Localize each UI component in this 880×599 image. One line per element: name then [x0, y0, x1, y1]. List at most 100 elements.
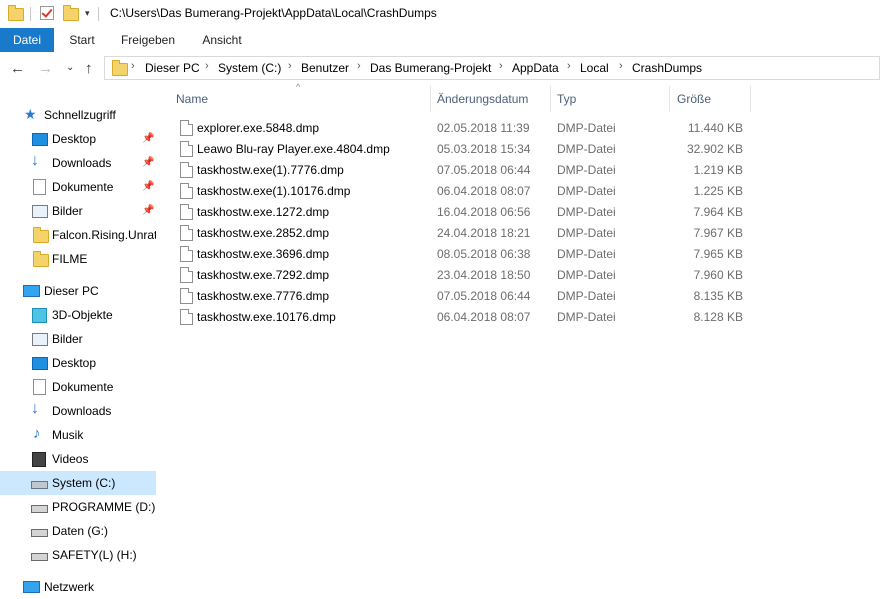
file-date: 06.04.2018 08:07 [437, 310, 531, 324]
sidebar-item-videos[interactable]: Videos [0, 447, 156, 471]
breadcrumb-appdata[interactable]: AppData [512, 61, 559, 75]
sidebar-item-label: Desktop [52, 132, 97, 146]
file-list: ^ Name Änderungsdatum Typ Größe explorer… [156, 82, 880, 593]
file-size: 7.967 KB [693, 226, 743, 240]
file-size: 7.965 KB [693, 247, 743, 261]
sidebar-item-safety-h[interactable]: SAFETY(L) (H:) [0, 543, 156, 567]
chevron-right-icon[interactable]: › [499, 60, 503, 72]
breadcrumb-system-c[interactable]: System (C:) [218, 61, 281, 75]
pin-icon[interactable]: 📌 [142, 157, 154, 168]
column-header-size[interactable]: Größe [677, 86, 711, 112]
file-icon [180, 183, 193, 199]
ribbon: Datei Start Freigeben Ansicht [0, 28, 880, 53]
sidebar-item-3d-objekte[interactable]: 3D-Objekte [0, 303, 156, 327]
sidebar-item-netzwerk[interactable]: Netzwerk [0, 575, 156, 599]
column-divider[interactable] [430, 86, 431, 112]
sidebar-item-dieser-pc[interactable]: Dieser PC [0, 279, 156, 303]
column-header-type[interactable]: Typ [557, 86, 576, 112]
address-bar[interactable]: › Dieser PC › System (C:) › Benutzer › D… [104, 56, 880, 80]
drive-icon [31, 553, 48, 561]
drive-icon [31, 481, 48, 489]
sidebar-item-label: Daten (G:) [52, 524, 109, 538]
file-icon [180, 309, 193, 325]
file-row[interactable]: taskhostw.exe.7292.dmp 23.04.2018 18:50 … [172, 265, 752, 286]
file-row[interactable]: Leawo Blu-ray Player.exe.4804.dmp 05.03.… [172, 139, 752, 160]
file-row[interactable]: taskhostw.exe.2852.dmp 24.04.2018 18:21 … [172, 223, 752, 244]
file-name: taskhostw.exe(1).7776.dmp [197, 163, 344, 177]
breadcrumb-local[interactable]: Local [580, 61, 609, 75]
breadcrumb-dieser-pc[interactable]: Dieser PC [145, 61, 200, 75]
sidebar-item-schnellzugriff[interactable]: ★ Schnellzugriff [0, 103, 156, 127]
pin-icon[interactable]: 📌 [142, 205, 154, 216]
sidebar-item-dokumente[interactable]: Dokumente 📌 [0, 175, 156, 199]
sidebar-item-daten-g[interactable]: Daten (G:) [0, 519, 156, 543]
chevron-right-icon[interactable]: › [205, 60, 209, 72]
breadcrumb-crashdumps[interactable]: CrashDumps [632, 61, 702, 75]
back-arrow-icon[interactable]: ← [10, 60, 25, 77]
file-size: 7.960 KB [693, 268, 743, 282]
file-row[interactable]: taskhostw.exe.1272.dmp 16.04.2018 06:56 … [172, 202, 752, 223]
properties-icon[interactable] [40, 6, 54, 20]
sidebar-item-pc-downloads[interactable]: ↓ Downloads [0, 399, 156, 423]
file-date: 07.05.2018 06:44 [437, 289, 531, 303]
sidebar-item-musik[interactable]: ♪ Musik [0, 423, 156, 447]
file-row[interactable]: taskhostw.exe.10176.dmp 06.04.2018 08:07… [172, 307, 752, 328]
new-folder-icon[interactable] [63, 5, 79, 21]
sidebar-item-bilder[interactable]: Bilder 📌 [0, 199, 156, 223]
folder-icon [33, 251, 49, 267]
column-header-date[interactable]: Änderungsdatum [437, 86, 528, 112]
pin-icon[interactable]: 📌 [142, 181, 154, 192]
tab-start[interactable]: Start [58, 28, 106, 52]
file-row[interactable]: taskhostw.exe.7776.dmp 07.05.2018 06:44 … [172, 286, 752, 307]
forward-arrow-icon[interactable]: → [38, 60, 53, 77]
file-row[interactable]: explorer.exe.5848.dmp 02.05.2018 11:39 D… [172, 118, 752, 139]
file-type: DMP-Datei [557, 184, 616, 198]
sidebar-item-downloads[interactable]: ↓ Downloads 📌 [0, 151, 156, 175]
file-row[interactable]: taskhostw.exe.3696.dmp 08.05.2018 06:38 … [172, 244, 752, 265]
sidebar-item-programme-d[interactable]: PROGRAMME (D:) [0, 495, 156, 519]
network-icon [23, 581, 40, 593]
sidebar-item-label: PROGRAMME (D:) [52, 500, 156, 514]
column-header-name[interactable]: Name [176, 86, 208, 112]
file-date: 02.05.2018 11:39 [437, 121, 530, 135]
drive-icon [31, 505, 48, 513]
chevron-right-icon[interactable]: › [288, 60, 292, 72]
tab-freigeben[interactable]: Freigeben [112, 28, 184, 52]
up-arrow-icon[interactable]: ↑ [85, 60, 93, 77]
tab-datei[interactable]: Datei [0, 28, 54, 52]
chevron-right-icon[interactable]: › [357, 60, 361, 72]
file-row[interactable]: taskhostw.exe(1).7776.dmp 07.05.2018 06:… [172, 160, 752, 181]
column-divider[interactable] [750, 86, 751, 112]
music-note-icon: ♪ [33, 425, 41, 442]
chevron-right-icon[interactable]: › [131, 60, 135, 72]
pictures-icon [32, 205, 48, 218]
column-divider[interactable] [550, 86, 551, 112]
recent-locations-chevron-icon[interactable]: ⌄ [66, 62, 74, 73]
sidebar-item-label: Bilder [52, 332, 83, 346]
sidebar-item-label: Falcon.Rising.Unrat [52, 228, 158, 242]
sidebar-item-pc-desktop[interactable]: Desktop [0, 351, 156, 375]
file-type: DMP-Datei [557, 247, 616, 261]
sidebar-item-label: 3D-Objekte [52, 308, 113, 322]
column-divider[interactable] [669, 86, 670, 112]
sidebar-item-falcon[interactable]: Falcon.Rising.Unrat [0, 223, 158, 247]
file-date: 05.03.2018 15:34 [437, 142, 531, 156]
sidebar-item-label: Dokumente [52, 180, 114, 194]
file-type: DMP-Datei [557, 163, 616, 177]
desktop-icon [32, 133, 48, 146]
chevron-right-icon[interactable]: › [619, 60, 623, 72]
file-row[interactable]: taskhostw.exe(1).10176.dmp 06.04.2018 08… [172, 181, 752, 202]
sidebar-item-desktop[interactable]: Desktop 📌 [0, 127, 156, 151]
breadcrumb-user[interactable]: Das Bumerang-Projekt [370, 61, 491, 75]
sidebar-item-label: Videos [52, 452, 89, 466]
sidebar-item-pc-bilder[interactable]: Bilder [0, 327, 156, 351]
pin-icon[interactable]: 📌 [142, 133, 154, 144]
sidebar-item-pc-dokumente[interactable]: Dokumente [0, 375, 156, 399]
sidebar-item-filme[interactable]: FILME [0, 247, 156, 271]
breadcrumb-benutzer[interactable]: Benutzer [301, 61, 349, 75]
quick-access-dropdown-icon[interactable]: ▾ [85, 8, 90, 24]
file-size: 11.440 KB [687, 121, 743, 135]
sidebar-item-system-c[interactable]: System (C:) [0, 471, 156, 495]
chevron-right-icon[interactable]: › [567, 60, 571, 72]
tab-ansicht[interactable]: Ansicht [192, 28, 252, 52]
